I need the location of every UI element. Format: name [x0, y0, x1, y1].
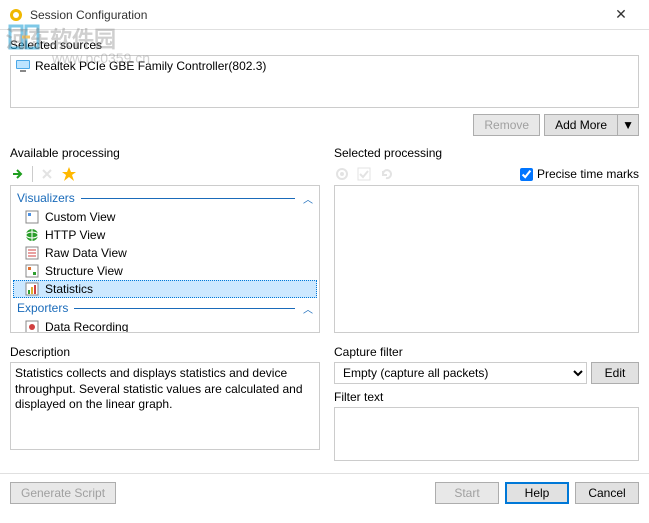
- add-more-label[interactable]: Add More: [544, 114, 618, 136]
- tree-group-exporters[interactable]: Exporters ︿: [13, 298, 317, 318]
- undo-icon: [378, 166, 394, 182]
- edit-button[interactable]: Edit: [591, 362, 639, 384]
- sources-label: Selected sources: [10, 38, 639, 52]
- add-icon[interactable]: [10, 166, 26, 182]
- tree-item-custom-view[interactable]: Custom View: [13, 208, 317, 226]
- tree-item-data-recording[interactable]: Data Recording: [13, 318, 317, 333]
- tree-group-label: Visualizers: [17, 191, 75, 205]
- filter-text-label: Filter text: [334, 390, 639, 404]
- filter-text-box: [334, 407, 639, 461]
- tree-item-structure-view[interactable]: Structure View: [13, 262, 317, 280]
- favorite-icon[interactable]: [61, 166, 77, 182]
- bottom-bar: Generate Script Start Help Cancel: [0, 473, 649, 512]
- structure-icon: [25, 264, 41, 278]
- precise-time-checkbox[interactable]: [520, 168, 533, 181]
- stats-icon: [25, 282, 41, 296]
- selected-toolbar: [334, 163, 394, 185]
- add-more-button[interactable]: Add More ▼: [544, 114, 639, 136]
- tree-item-label: HTTP View: [45, 228, 105, 242]
- app-icon: [8, 7, 24, 23]
- monitor-icon: [15, 59, 31, 73]
- remove-button[interactable]: Remove: [473, 114, 540, 136]
- tree-item-label: Statistics: [45, 282, 93, 296]
- checkbox-icon: [356, 166, 372, 182]
- capture-filter-select[interactable]: Empty (capture all packets): [334, 362, 587, 384]
- tree-item-http-view[interactable]: HTTP View: [13, 226, 317, 244]
- tree-item-statistics[interactable]: Statistics: [13, 280, 317, 298]
- chevron-up-icon[interactable]: ︿: [303, 191, 313, 206]
- selected-list[interactable]: [334, 185, 639, 333]
- gear-icon: [334, 166, 350, 182]
- tree-group-label: Exporters: [17, 301, 68, 315]
- tree-item-label: Raw Data View: [45, 246, 127, 260]
- sources-list: Realtek PCIe GBE Family Controller(802.3…: [10, 55, 639, 108]
- close-button[interactable]: ✕: [601, 6, 641, 23]
- globe-icon: [25, 228, 41, 242]
- selected-label: Selected processing: [334, 146, 639, 160]
- tree-item-label: Data Recording: [45, 320, 128, 333]
- available-tree[interactable]: Visualizers ︿ Custom View HTTP View Raw …: [10, 185, 320, 333]
- tree-item-label: Structure View: [45, 264, 123, 278]
- tree-item-label: Custom View: [45, 210, 115, 224]
- description-label: Description: [10, 345, 320, 359]
- source-item-label: Realtek PCIe GBE Family Controller(802.3…: [35, 59, 266, 73]
- tree-item-raw-data-view[interactable]: Raw Data View: [13, 244, 317, 262]
- record-icon: [25, 320, 41, 333]
- chevron-up-icon[interactable]: ︿: [303, 301, 313, 316]
- toolbar-separator: [32, 166, 33, 182]
- cancel-button[interactable]: Cancel: [575, 482, 639, 504]
- delete-icon: [39, 166, 55, 182]
- add-more-dropdown-icon[interactable]: ▼: [617, 114, 639, 136]
- page-icon: [25, 210, 41, 224]
- window-title: Session Configuration: [30, 8, 601, 22]
- help-button[interactable]: Help: [505, 482, 569, 504]
- source-item[interactable]: Realtek PCIe GBE Family Controller(802.3…: [13, 58, 636, 74]
- tree-group-visualizers[interactable]: Visualizers ︿: [13, 188, 317, 208]
- titlebar: Session Configuration ✕: [0, 0, 649, 30]
- capture-filter-label: Capture filter: [334, 345, 639, 359]
- start-button[interactable]: Start: [435, 482, 499, 504]
- generate-script-button[interactable]: Generate Script: [10, 482, 116, 504]
- available-toolbar: [10, 163, 320, 185]
- precise-time-label: Precise time marks: [537, 167, 639, 181]
- description-text: Statistics collects and displays statist…: [10, 362, 320, 450]
- available-label: Available processing: [10, 146, 320, 160]
- raw-icon: [25, 246, 41, 260]
